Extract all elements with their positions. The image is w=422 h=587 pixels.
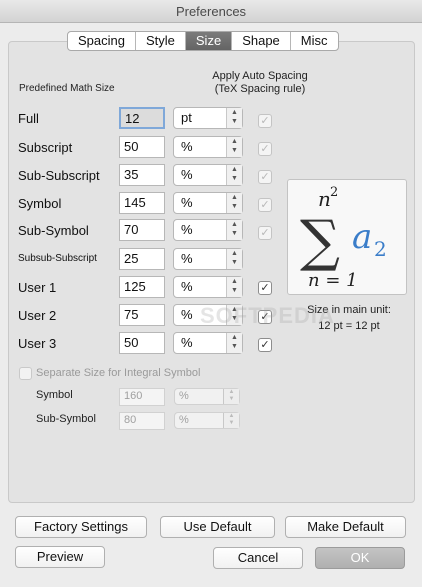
formula-preview: n 2 ∑ a 2 n = 1 bbox=[287, 179, 407, 295]
row-label-user1: User 1 bbox=[18, 280, 57, 295]
up-down-chevron-icon: ▲ ▼ bbox=[226, 333, 242, 353]
formula-term-subscript: 2 bbox=[374, 237, 387, 261]
user3-unit-select[interactable]: % ▲ ▼ bbox=[173, 332, 243, 354]
user2-unit-value: % bbox=[181, 307, 193, 322]
window-titlebar: Preferences bbox=[0, 0, 422, 23]
up-down-chevron-icon: ▲ ▼ bbox=[223, 413, 239, 428]
user3-size-input[interactable]: 50 bbox=[119, 332, 165, 354]
up-down-chevron-icon: ▲ ▼ bbox=[223, 389, 239, 404]
integral-subsymbol-label: Sub-Symbol bbox=[36, 413, 96, 425]
auto-spacing-header-line1: Apply Auto Spacing bbox=[212, 70, 308, 82]
tab-shape[interactable]: Shape bbox=[232, 32, 291, 50]
subscript-size-input[interactable]: 50 bbox=[119, 136, 165, 158]
checkmark-icon: ✓ bbox=[260, 199, 270, 211]
tab-size[interactable]: Size bbox=[185, 32, 233, 50]
up-down-chevron-icon: ▲ ▼ bbox=[226, 220, 242, 240]
user2-size-input[interactable]: 75 bbox=[119, 304, 165, 326]
make-default-button[interactable]: Make Default bbox=[285, 516, 406, 538]
checkmark-icon: ✓ bbox=[260, 339, 270, 351]
up-down-chevron-icon: ▲ ▼ bbox=[226, 137, 242, 157]
tab-style[interactable]: Style bbox=[136, 32, 186, 50]
formula-term: a bbox=[352, 217, 372, 257]
subscript-unit-value: % bbox=[181, 139, 193, 154]
sub-symbol-size-input[interactable]: 70 bbox=[119, 219, 165, 241]
up-down-chevron-icon: ▲ ▼ bbox=[226, 277, 242, 297]
integral-symbol-label: Symbol bbox=[36, 389, 73, 401]
row-label-sub-symbol: Sub-Symbol bbox=[18, 223, 89, 238]
auto-spacing-header: Apply Auto Spacing (TeX Spacing rule) bbox=[190, 70, 330, 96]
user1-unit-value: % bbox=[181, 279, 193, 294]
summation-formula-preview: n 2 ∑ a 2 n = 1 bbox=[300, 185, 387, 291]
row-label-symbol: Symbol bbox=[18, 196, 62, 211]
user3-auto-spacing-checkbox[interactable]: ✓ bbox=[258, 338, 272, 352]
subsub-subscript-size-input[interactable]: 25 bbox=[119, 248, 165, 270]
sub-subscript-size-input[interactable]: 35 bbox=[119, 164, 165, 186]
user1-unit-select[interactable]: % ▲ ▼ bbox=[173, 276, 243, 298]
row-label-subsub-subscript: Subsub-Subscript bbox=[18, 253, 97, 264]
subsub-subscript-unit-select[interactable]: % ▲ ▼ bbox=[173, 248, 243, 270]
symbol-unit-select[interactable]: % ▲ ▼ bbox=[173, 192, 243, 214]
formula-superscript: n bbox=[318, 187, 331, 211]
integral-subsymbol-unit-value: % bbox=[179, 414, 189, 426]
checkmark-icon: ✓ bbox=[260, 227, 270, 239]
integral-symbol-unit-select[interactable]: % ▲ ▼ bbox=[174, 388, 240, 405]
row-label-full: Full bbox=[18, 111, 39, 126]
use-default-button[interactable]: Use Default bbox=[160, 516, 275, 538]
full-size-input[interactable]: 12 bbox=[119, 107, 165, 129]
user3-unit-value: % bbox=[181, 335, 193, 350]
predefined-size-header: Predefined Math Size bbox=[19, 83, 115, 94]
factory-settings-button[interactable]: Factory Settings bbox=[15, 516, 147, 538]
up-down-chevron-icon: ▲ ▼ bbox=[226, 108, 242, 128]
sigma-symbol: ∑ bbox=[300, 209, 340, 274]
checkmark-icon: ✓ bbox=[260, 282, 270, 294]
checkmark-icon: ✓ bbox=[260, 115, 270, 127]
cancel-button[interactable]: Cancel bbox=[213, 547, 303, 569]
row-label-user3: User 3 bbox=[18, 336, 57, 351]
separate-integral-checkbox[interactable] bbox=[19, 367, 32, 380]
full-unit-value: pt bbox=[181, 110, 192, 125]
up-down-chevron-icon: ▲ ▼ bbox=[226, 249, 242, 269]
symbol-auto-spacing-checkbox[interactable]: ✓ bbox=[258, 198, 272, 212]
tab-spacing[interactable]: Spacing bbox=[68, 32, 136, 50]
symbol-unit-value: % bbox=[181, 195, 193, 210]
window-title: Preferences bbox=[175, 4, 247, 19]
up-down-chevron-icon: ▲ ▼ bbox=[226, 165, 242, 185]
symbol-size-input[interactable]: 145 bbox=[119, 192, 165, 214]
full-auto-spacing-checkbox[interactable]: ✓ bbox=[258, 114, 272, 128]
row-label-user2: User 2 bbox=[18, 308, 57, 323]
subsub-subscript-unit-value: % bbox=[181, 251, 193, 266]
user1-size-input[interactable]: 125 bbox=[119, 276, 165, 298]
subscript-unit-select[interactable]: % ▲ ▼ bbox=[173, 136, 243, 158]
tab-bar: Spacing Style Size Shape Misc bbox=[67, 31, 339, 51]
sub-symbol-auto-spacing-checkbox[interactable]: ✓ bbox=[258, 226, 272, 240]
sub-subscript-unit-select[interactable]: % ▲ ▼ bbox=[173, 164, 243, 186]
formula-superscript-exponent: 2 bbox=[330, 185, 338, 200]
preview-button[interactable]: Preview bbox=[15, 546, 105, 568]
integral-symbol-input[interactable]: 160 bbox=[119, 388, 165, 406]
integral-subsymbol-input[interactable]: 80 bbox=[119, 412, 165, 430]
separate-integral-label: Separate Size for Integral Symbol bbox=[36, 367, 201, 379]
checkmark-icon: ✓ bbox=[260, 171, 270, 183]
user1-auto-spacing-checkbox[interactable]: ✓ bbox=[258, 281, 272, 295]
integral-subsymbol-unit-select[interactable]: % ▲ ▼ bbox=[174, 412, 240, 429]
sub-symbol-unit-value: % bbox=[181, 222, 193, 237]
integral-symbol-unit-value: % bbox=[179, 390, 189, 402]
full-unit-select[interactable]: pt ▲ ▼ bbox=[173, 107, 243, 129]
sub-subscript-auto-spacing-checkbox[interactable]: ✓ bbox=[258, 170, 272, 184]
formula-lower-limit: n = 1 bbox=[308, 270, 358, 291]
subscript-auto-spacing-checkbox[interactable]: ✓ bbox=[258, 142, 272, 156]
watermark: SOFTPEDIA bbox=[200, 303, 335, 328]
sub-subscript-unit-value: % bbox=[181, 167, 193, 182]
auto-spacing-header-line2: (TeX Spacing rule) bbox=[214, 83, 306, 95]
tab-misc[interactable]: Misc bbox=[291, 32, 338, 50]
checkmark-icon: ✓ bbox=[260, 143, 270, 155]
up-down-chevron-icon: ▲ ▼ bbox=[226, 193, 242, 213]
row-label-sub-subscript: Sub-Subscript bbox=[18, 168, 100, 183]
row-label-subscript: Subscript bbox=[18, 140, 73, 155]
ok-button[interactable]: OK bbox=[315, 547, 405, 569]
sub-symbol-unit-select[interactable]: % ▲ ▼ bbox=[173, 219, 243, 241]
